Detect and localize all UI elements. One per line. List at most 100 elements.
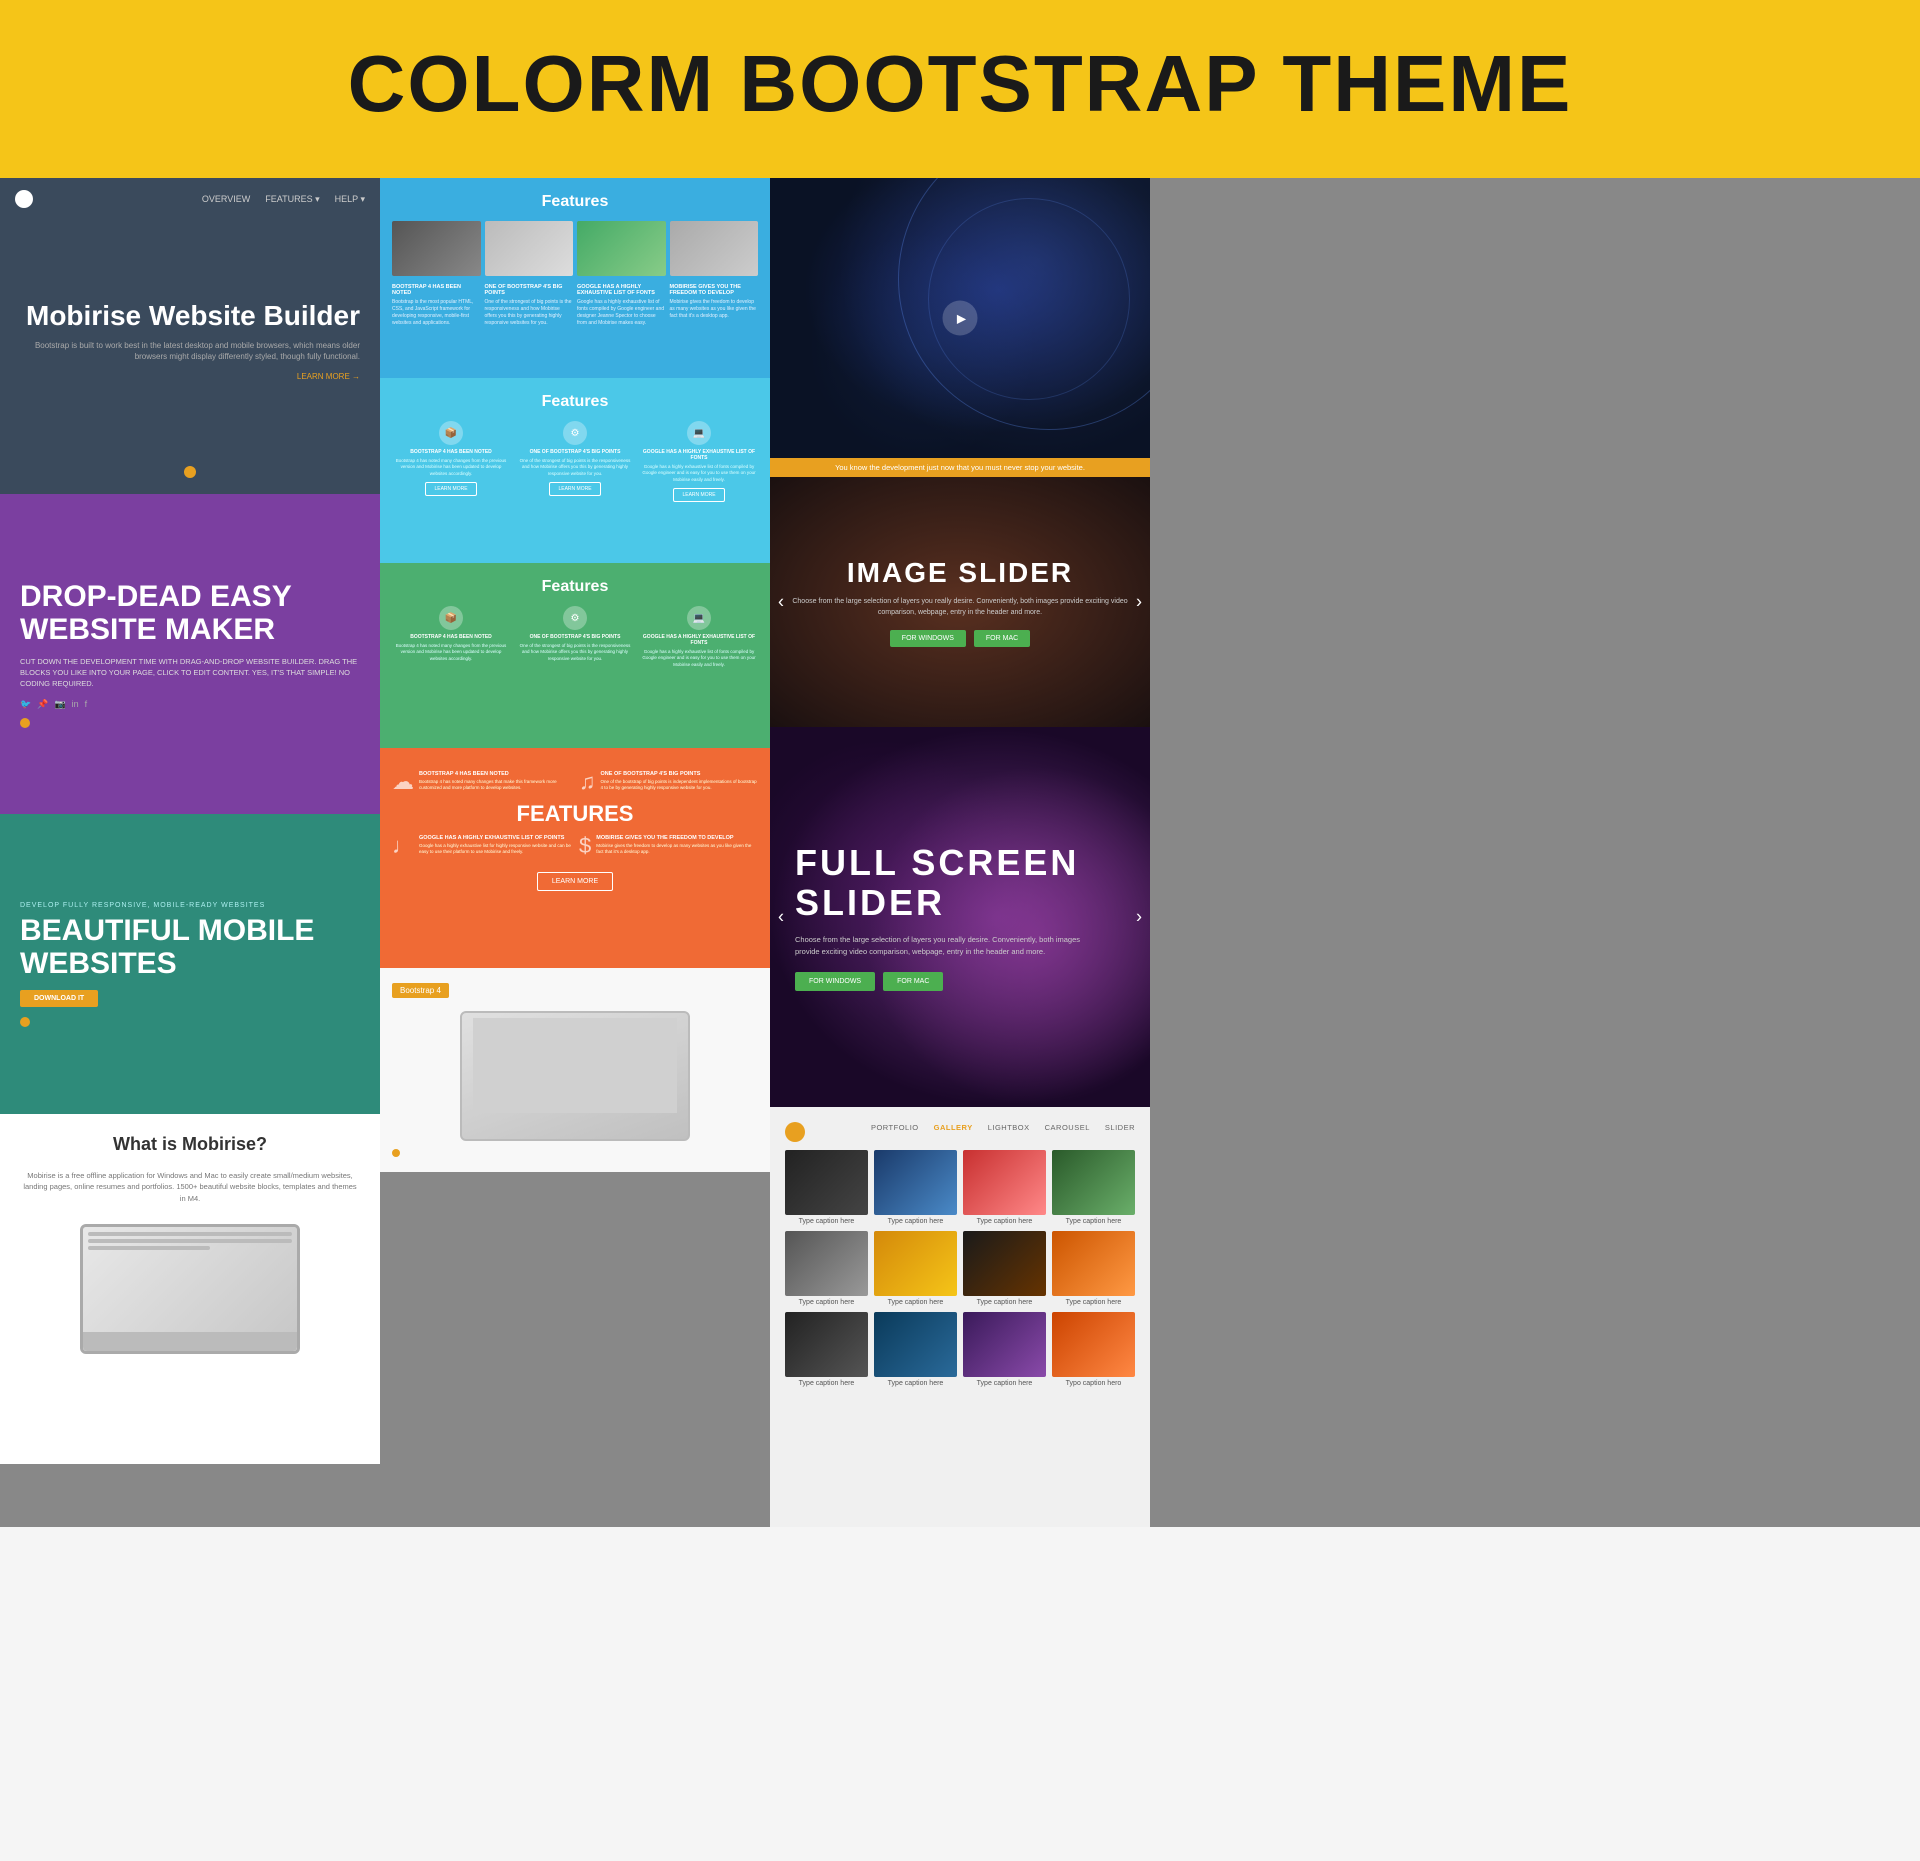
gallery-img-7 [963, 1231, 1046, 1296]
white-info-panel: What is Mobirise? Mobirise is a free off… [0, 1114, 380, 1464]
music-icon: ♫ [579, 771, 596, 793]
features-orange-panel: ☁ BOOTSTRAP 4 HAS BEEN NOTED Bootstrap 4… [380, 748, 770, 968]
feat-icons-row: ☁ BOOTSTRAP 4 HAS BEEN NOTED Bootstrap 4… [392, 771, 758, 793]
feat-orange-1: ☁ BOOTSTRAP 4 HAS BEEN NOTED Bootstrap 4… [392, 771, 571, 793]
teal-title: BEAUTIFUL MOBILE WEBSITES [20, 914, 360, 980]
slider-content: IMAGE SLIDER Choose from the large selec… [770, 537, 1150, 667]
nav-features[interactable]: FEATURES ▾ [265, 194, 319, 205]
network-panel [770, 178, 1150, 458]
gallery-caption-4: Type caption here [1052, 1218, 1135, 1225]
feature-lightblue-cols: 📦 BOOTSTRAP 4 HAS BEEN NOTED Bootstrap 4… [392, 421, 758, 502]
fullscreen-content: FULL SCREEN SLIDER Choose from the large… [770, 813, 1150, 1021]
feat-lightblue-2: ⚙ ONE OF BOOTSTRAP 4'S BIG POINTS One of… [516, 421, 634, 502]
fullscreen-panel: ‹ FULL SCREEN SLIDER Choose from the lar… [770, 727, 1150, 1107]
purple-hero-panel: DROP-DEAD EASY WEBSITE MAKER CUT DOWN TH… [0, 494, 380, 814]
instagram-icon[interactable]: 📷 [54, 699, 65, 710]
gallery-item-8[interactable]: Type caption here [1052, 1231, 1135, 1306]
feat-lightblue-1: 📦 BOOTSTRAP 4 HAS BEEN NOTED Bootstrap 4… [392, 421, 510, 502]
fs-arrow-left[interactable]: ‹ [778, 907, 784, 928]
gallery-img-12 [1052, 1312, 1135, 1377]
gallery-item-2[interactable]: Type caption here [874, 1150, 957, 1225]
fs-arrow-right[interactable]: › [1136, 907, 1142, 928]
bootstrap-badge: Bootstrap 4 [392, 983, 449, 998]
features-blue-title: Features [392, 193, 758, 211]
laptop-bar-3 [88, 1246, 210, 1250]
feature-img-4 [670, 221, 759, 276]
white-description: Mobirise is a free offline application f… [20, 1170, 360, 1204]
gallery-item-5[interactable]: Type caption here [785, 1231, 868, 1306]
learn-more-link[interactable]: LEARN MORE → [20, 372, 360, 381]
gallery-item-7[interactable]: Type caption here [963, 1231, 1046, 1306]
gallery-item-6[interactable]: Type caption here [874, 1231, 957, 1306]
left-column: OVERVIEW FEATURES ▾ HELP ▾ Mobirise Webs… [0, 178, 380, 1527]
play-button[interactable] [943, 301, 978, 336]
gallery-panel: PORTFOLIO GALLERY LIGHTBOX CAROUSEL SLID… [770, 1107, 1150, 1527]
twitter-icon[interactable]: 🐦 [20, 699, 31, 710]
gallery-img-8 [1052, 1231, 1135, 1296]
gallery-row-2: Type caption here Type caption here Type… [785, 1231, 1135, 1306]
nav-overview[interactable]: OVERVIEW [202, 194, 250, 205]
feat-green-icon-1: 📦 [439, 606, 463, 630]
gallery-item-9[interactable]: Type caption here [785, 1312, 868, 1387]
gallery-nav: PORTFOLIO GALLERY LIGHTBOX CAROUSEL SLID… [871, 1123, 1135, 1132]
laptop-bottom-img [460, 1011, 690, 1141]
fs-windows-btn[interactable]: FOR WINDOWS [795, 972, 875, 991]
gallery-item-1[interactable]: Type caption here [785, 1150, 868, 1225]
gallery-img-3 [963, 1150, 1046, 1215]
feat-orange-3: ♩ GOOGLE HAS A HIGHLY EXHAUSTIVE LIST OF… [392, 835, 571, 857]
gallery-item-3[interactable]: Type caption here [963, 1150, 1046, 1225]
features-learn-more-btn[interactable]: LEARN MORE [537, 872, 613, 891]
teal-eyebrow: DEVELOP FULLY RESPONSIVE, MOBILE-READY W… [20, 902, 360, 909]
orange-bar: You know the development just now that y… [770, 458, 1150, 477]
feature-col-3: GOOGLE HAS A HIGHLY EXHAUSTIVE LIST OF F… [577, 284, 666, 327]
white-title: What is Mobirise? [113, 1134, 267, 1155]
gallery-img-5 [785, 1231, 868, 1296]
feature-col-1: BOOTSTRAP 4 HAS BEEN NOTED Bootstrap is … [392, 284, 481, 327]
nav-help[interactable]: HELP ▾ [335, 194, 365, 205]
gallery-nav-lightbox[interactable]: LIGHTBOX [988, 1123, 1030, 1132]
pinterest-icon[interactable]: 📌 [37, 699, 48, 710]
facebook-icon[interactable]: f [85, 699, 88, 710]
social-icons: 🐦 📌 📷 in f [20, 699, 360, 710]
gallery-nav-slider[interactable]: SLIDER [1105, 1123, 1135, 1132]
gallery-caption-7: Type caption here [963, 1299, 1046, 1306]
slider-mac-btn[interactable]: FOR MAC [974, 630, 1030, 647]
orange-dot-3 [20, 1017, 30, 1027]
learn-more-btn-1[interactable]: LEARN MORE [425, 482, 476, 496]
gallery-caption-8: Type caption here [1052, 1299, 1135, 1306]
fs-mac-btn[interactable]: FOR MAC [883, 972, 943, 991]
gallery-item-11[interactable]: Type caption here [963, 1312, 1046, 1387]
feat-green-2: ⚙ ONE OF BOOTSTRAP 4'S BIG POINTS One of… [516, 606, 634, 668]
features-green-title: Features [392, 578, 758, 596]
features-green-panel: Features 📦 BOOTSTRAP 4 HAS BEEN NOTED Bo… [380, 563, 770, 748]
feat-green-1: 📦 BOOTSTRAP 4 HAS BEEN NOTED Bootstrap 4… [392, 606, 510, 668]
gallery-img-1 [785, 1150, 868, 1215]
fullscreen-title: FULL SCREEN SLIDER [795, 843, 1125, 922]
main-content: OVERVIEW FEATURES ▾ HELP ▾ Mobirise Webs… [0, 178, 1920, 1527]
gallery-nav-gallery[interactable]: GALLERY [934, 1123, 973, 1132]
gallery-nav-portfolio[interactable]: PORTFOLIO [871, 1123, 919, 1132]
gallery-nav-carousel[interactable]: CAROUSEL [1045, 1123, 1090, 1132]
laptop-screen [83, 1227, 297, 1332]
gallery-item-12[interactable]: Typo caption hero [1052, 1312, 1135, 1387]
feat-icon-1: 📦 [439, 421, 463, 445]
gallery-item-10[interactable]: Type caption here [874, 1312, 957, 1387]
feature-img-3 [577, 221, 666, 276]
slider-title: IMAGE SLIDER [790, 557, 1130, 589]
linkedin-icon[interactable]: in [72, 699, 79, 710]
feature-blue-cols: BOOTSTRAP 4 HAS BEEN NOTED Bootstrap is … [392, 284, 758, 327]
slider-windows-btn[interactable]: FOR WINDOWS [890, 630, 966, 647]
purple-title: DROP-DEAD EASY WEBSITE MAKER [20, 580, 360, 646]
laptop-bar-1 [88, 1232, 292, 1236]
learn-more-btn-3[interactable]: LEARN MORE [673, 488, 724, 502]
download-button[interactable]: DOWNLOAD IT [20, 990, 98, 1007]
features-lightblue-title: Features [392, 393, 758, 411]
slider-arrow-left[interactable]: ‹ [778, 592, 784, 613]
gallery-item-4[interactable]: Type caption here [1052, 1150, 1135, 1225]
learn-more-btn-2[interactable]: LEARN MORE [549, 482, 600, 496]
fs-buttons: FOR WINDOWS FOR MAC [795, 972, 1125, 991]
features-orange-title: FEATURES [392, 801, 758, 827]
slider-arrow-right[interactable]: › [1136, 592, 1142, 613]
header-section: COLORM BOOTSTRAP THEME [0, 0, 1920, 178]
feat-icon-2: ⚙ [563, 421, 587, 445]
